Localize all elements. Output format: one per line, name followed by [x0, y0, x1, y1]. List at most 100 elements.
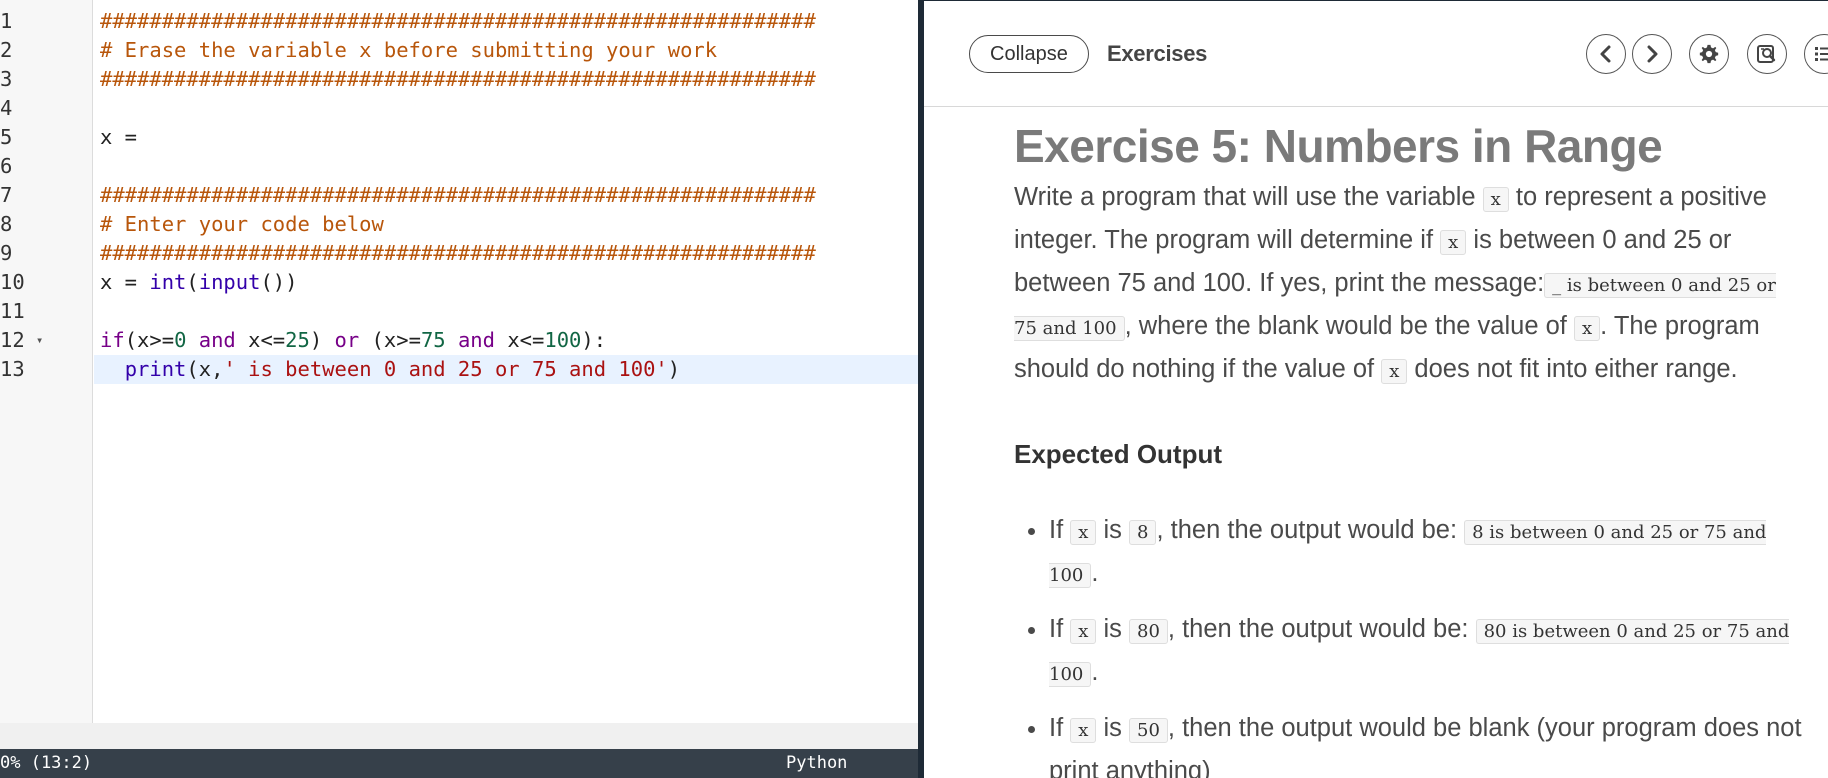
language-indicator[interactable]: Python	[786, 749, 847, 778]
guide-header: Collapse Exercises	[924, 1, 1828, 107]
code-line[interactable]: 6	[0, 152, 918, 181]
search-guide-button[interactable]	[1747, 34, 1787, 74]
code-editor[interactable]: 1 #######################################…	[0, 0, 918, 778]
inline-code-x: x	[1070, 718, 1097, 743]
code-line[interactable]: 7 #######################################…	[0, 181, 918, 210]
code-line[interactable]: 1 #######################################…	[0, 7, 918, 36]
bullet-text: is	[1096, 516, 1130, 544]
line-number: 8	[0, 212, 13, 236]
code-token: 100	[544, 328, 582, 352]
exercise-description: Write a program that will use the variab…	[1014, 177, 1804, 392]
code-line[interactable]: 2 # Erase the variable x before submittin…	[0, 36, 918, 65]
line-number: 9	[0, 241, 13, 265]
code-line[interactable]: 11	[0, 297, 918, 326]
bullet-text: , then the output would be:	[1167, 615, 1476, 643]
table-of-contents-button[interactable]	[1804, 34, 1828, 74]
horizontal-scrollbar[interactable]	[0, 723, 918, 749]
code-token: # Enter your code below	[100, 212, 384, 236]
editor-status-bar: 0% (13:2) Python	[0, 749, 918, 778]
code-line[interactable]: 10 x = int(input())	[0, 268, 918, 297]
bullet-text: If	[1049, 615, 1071, 643]
bullet-text: is	[1096, 714, 1130, 742]
guide-title: Exercises	[1107, 41, 1208, 66]
bullet-text: If	[1049, 516, 1071, 544]
code-token: and	[457, 328, 495, 352]
code-token: x<=	[235, 328, 286, 352]
bullet-text: If	[1049, 714, 1071, 742]
code-text[interactable]: # Enter your code below	[94, 210, 918, 239]
code-area[interactable]: 1 #######################################…	[0, 7, 918, 384]
code-token: x =	[100, 125, 150, 149]
code-token: ########################################…	[100, 183, 816, 207]
next-page-button[interactable]	[1632, 34, 1672, 74]
code-token: 25	[285, 328, 310, 352]
line-number: 3	[0, 67, 13, 91]
collapse-button[interactable]: Collapse	[969, 35, 1089, 73]
code-text[interactable]: ########################################…	[94, 65, 918, 94]
code-token: ())	[260, 270, 298, 294]
code-text[interactable]: ########################################…	[94, 239, 918, 268]
code-token: )	[309, 328, 335, 352]
previous-page-button[interactable]	[1586, 34, 1626, 74]
bullet-text: .	[1091, 559, 1099, 587]
code-token: (x,	[186, 357, 224, 381]
code-line[interactable]: 4	[0, 94, 918, 123]
line-number: 13	[0, 357, 25, 381]
chevron-right-icon	[1642, 44, 1662, 64]
line-number: 11	[0, 299, 25, 323]
inline-code-x: x	[1381, 359, 1408, 384]
search-book-icon	[1755, 43, 1779, 65]
code-text[interactable]: print(x,' is between 0 and 25 or 75 and …	[94, 355, 918, 384]
code-line[interactable]: 13 print(x,' is between 0 and 25 or 75 a…	[0, 355, 918, 384]
code-text[interactable]: x = int(input())	[94, 268, 918, 297]
code-line[interactable]: 8 # Enter your code below	[0, 210, 918, 239]
gear-icon	[1698, 43, 1720, 65]
description-text: , where the blank would be the value of	[1124, 312, 1574, 340]
list-icon	[1813, 44, 1828, 64]
inline-code-x: x	[1440, 230, 1467, 255]
description-text: does not fit into either range.	[1407, 355, 1738, 383]
cursor-position: 0% (13:2)	[0, 753, 93, 773]
code-token: input	[198, 270, 261, 294]
code-line[interactable]: 12 ▾ if(x>=0 and x<=25) or (x>=75 and x<=1…	[0, 326, 918, 355]
bullet-text: .	[1091, 658, 1099, 686]
code-token: ):	[581, 328, 607, 352]
code-token: (x>=	[359, 328, 421, 352]
fold-arrow-icon[interactable]: ▾	[36, 326, 43, 355]
code-text[interactable]: ########################################…	[94, 181, 918, 210]
code-token: x =	[100, 270, 150, 294]
expected-output-heading: Expected Output	[1014, 439, 1223, 469]
code-token: print	[124, 357, 187, 381]
code-text[interactable]: ########################################…	[94, 7, 918, 36]
line-number: 2	[0, 38, 13, 62]
code-token: 75	[420, 328, 446, 352]
expected-output-list: If x is 8, then the output would be: 8 i…	[1014, 510, 1804, 778]
settings-button[interactable]	[1689, 34, 1729, 74]
code-token: # Erase the variable x before submitting…	[100, 38, 718, 62]
description-text: Write a program that will use the variab…	[1014, 183, 1483, 211]
code-text[interactable]: x =	[94, 123, 918, 152]
code-token: ########################################…	[100, 241, 816, 265]
inline-code-x: x	[1573, 316, 1601, 341]
inline-code-value: 8	[1129, 520, 1157, 545]
list-item: If x is 80, then the output would be: 80…	[1049, 609, 1804, 695]
code-token: (x>=	[124, 328, 175, 352]
code-token: and	[198, 328, 236, 352]
list-item: If x is 50, then the output would be bla…	[1049, 708, 1804, 778]
code-token: ########################################…	[100, 9, 816, 33]
bullet-text: , then the output would be:	[1156, 516, 1465, 544]
line-number: 7	[0, 183, 13, 207]
guide-pane: Collapse Exercises Exercise 5: Numbers i…	[924, 0, 1828, 778]
code-text[interactable]: # Erase the variable x before submitting…	[94, 36, 918, 65]
code-line[interactable]: 5 x =	[0, 123, 918, 152]
code-line[interactable]: 9 #######################################…	[0, 239, 918, 268]
line-number: 10	[0, 270, 25, 294]
code-line[interactable]: 3 #######################################…	[0, 65, 918, 94]
code-text[interactable]: if(x>=0 and x<=25) or (x>=75 and x<=100)…	[94, 326, 918, 355]
inline-code-x: x	[1482, 187, 1509, 212]
exercise-title: Exercise 5: Numbers in Range	[1014, 120, 1663, 172]
inline-code-x: x	[1070, 619, 1097, 644]
bullet-text: is	[1096, 615, 1130, 643]
